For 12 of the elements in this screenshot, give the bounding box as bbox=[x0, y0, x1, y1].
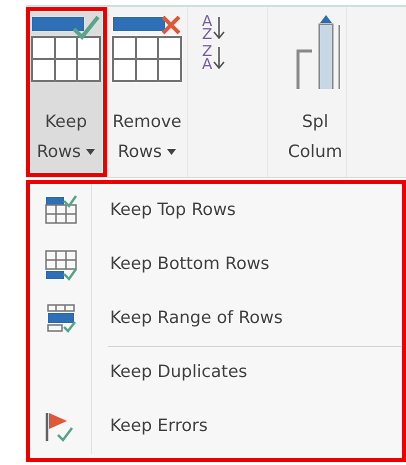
sort-ascending-button[interactable]: A Z bbox=[202, 15, 253, 41]
remove-rows-button[interactable]: Remove Rows bbox=[107, 7, 188, 177]
keep-rows-button[interactable]: Keep Rows bbox=[26, 7, 107, 177]
keep-bottom-rows-icon bbox=[44, 249, 78, 281]
menu-item[interactable]: Keep Bottom Rows bbox=[30, 238, 402, 292]
down-arrow-icon bbox=[213, 17, 226, 39]
split-column-button[interactable]: Spl Colum bbox=[268, 7, 348, 177]
down-arrow-icon bbox=[213, 47, 226, 69]
sort-descending-button[interactable]: Z A bbox=[202, 45, 253, 71]
keep-top-rows-icon bbox=[44, 195, 78, 227]
menu-item[interactable]: Keep Errors bbox=[30, 400, 402, 454]
menu-item[interactable]: Keep Top Rows bbox=[30, 184, 402, 238]
